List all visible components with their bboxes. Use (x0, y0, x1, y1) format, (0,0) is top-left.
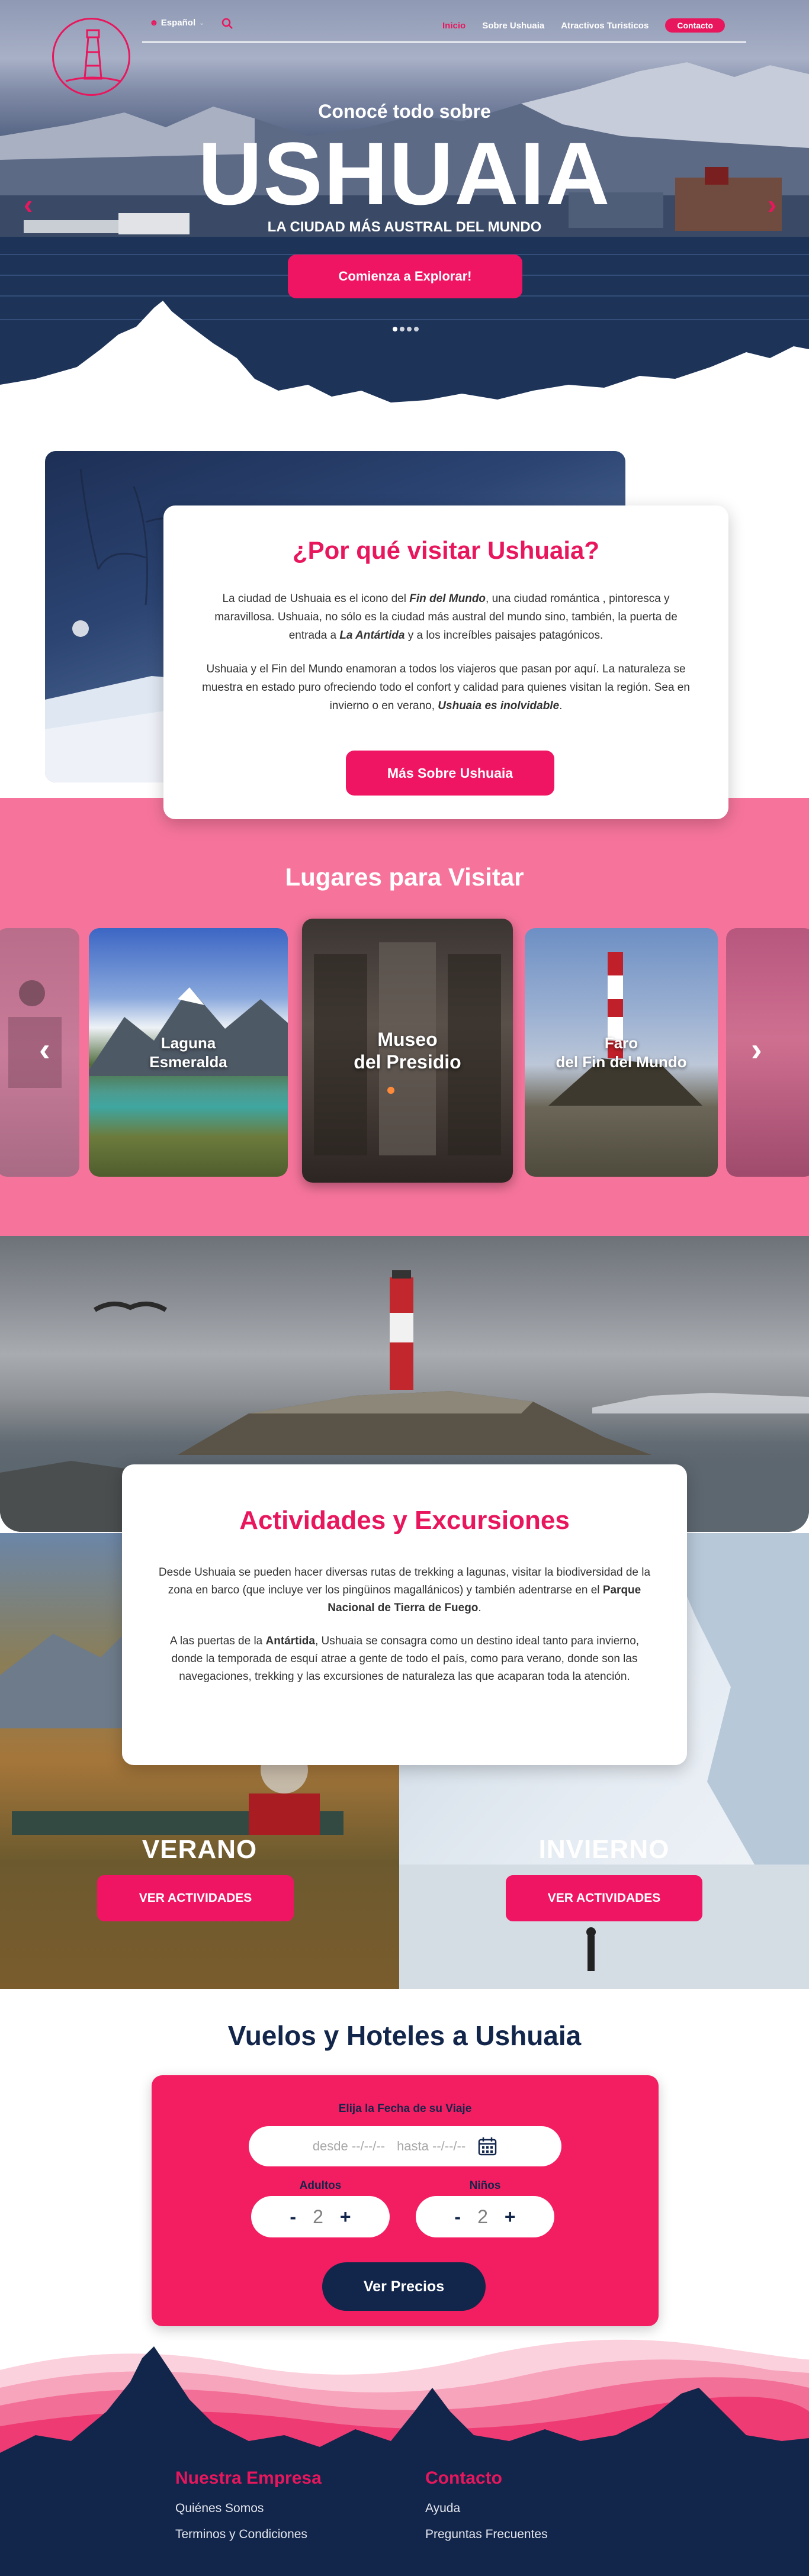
children-value: 2 (477, 2205, 488, 2227)
activities-paragraph-1: Desde Ushuaia se pueden hacer diversas r… (158, 1566, 651, 1614)
adults-stepper: - 2 + (251, 2196, 390, 2237)
language-label: Español (160, 18, 196, 28)
date-from-input[interactable]: desde --/--/-- (313, 2139, 385, 2154)
chevron-right-icon[interactable]: › (751, 1030, 762, 1068)
chevron-left-icon[interactable]: ‹ (39, 1030, 50, 1068)
hero-tagline: LA CIUDAD MÁS AUSTRAL DEL MUNDO (267, 219, 542, 235)
user-icon: ☻ (149, 18, 159, 28)
place-label-line2: del Presidio (354, 1051, 461, 1073)
children-stepper: - 2 + (416, 2196, 554, 2237)
calendar-icon[interactable] (477, 2136, 497, 2156)
children-minus-button[interactable]: - (454, 2206, 461, 2228)
activities-card: Actividades y Excursiones Desde Ushuaia … (122, 1464, 687, 1765)
footer-link-terminos[interactable]: Terminos y Condiciones (175, 2527, 322, 2542)
place-card-faro-fin-del-mundo[interactable]: Faro del Fin del Mundo (525, 928, 718, 1177)
view-prices-button[interactable]: Ver Precios (322, 2262, 486, 2311)
activities-paragraph-2: A las puertas de la Antártida, Ushuaia s… (169, 1635, 640, 1683)
place-label-line1: Faro (604, 1034, 638, 1052)
snowy-mountain-divider (0, 301, 809, 420)
winter-title: INVIERNO (538, 1835, 670, 1864)
nav-link-atractivos[interactable]: Atractivos Turisticos (561, 21, 649, 31)
hero-title: USHUAIA (198, 124, 611, 223)
footer-company-title: Nuestra Empresa (175, 2468, 322, 2488)
date-to-input[interactable]: hasta --/--/-- (397, 2139, 466, 2154)
flights-title: Vuelos y Hoteles a Ushuaia (227, 2020, 582, 2051)
place-label-line2: del Fin del Mundo (556, 1053, 687, 1071)
why-visit-paragraph-1: La ciudad de Ushuaia es el icono del Fin… (214, 593, 678, 642)
place-card-sunset[interactable] (726, 928, 809, 1177)
why-visit-paragraph-2: Ushuaia y el Fin del Mundo enamoran a to… (202, 663, 690, 712)
adults-plus-button[interactable]: + (340, 2206, 351, 2228)
children-plus-button[interactable]: + (505, 2206, 516, 2228)
summer-title: VERANO (142, 1835, 258, 1864)
footer-link-faq[interactable]: Preguntas Frecuentes (425, 2527, 548, 2542)
footer-company-column: Nuestra Empresa Quiénes Somos Terminos y… (175, 2468, 322, 2554)
place-label-line1: Laguna (160, 1034, 216, 1052)
adults-minus-button[interactable]: - (290, 2206, 296, 2228)
explore-button[interactable]: Comienza a Explorar! (288, 255, 522, 298)
more-about-ushuaia-button[interactable]: Más Sobre Ushuaia (346, 751, 554, 796)
search-icon[interactable] (221, 18, 233, 33)
language-selector[interactable]: ☻ Español ⌄ (149, 18, 204, 28)
why-visit-title: ¿Por qué visitar Ushuaia? (292, 536, 600, 564)
place-label-line2: Esmeralda (149, 1053, 227, 1071)
nav-link-sobre-ushuaia[interactable]: Sobre Ushuaia (482, 21, 544, 31)
footer-mountain-background (0, 2339, 809, 2576)
activities-title: Actividades y Excursiones (239, 1506, 570, 1535)
top-navigation: ☻ Español ⌄ Inicio Sobre Ushuaia Atracti… (142, 15, 746, 43)
site-logo[interactable] (52, 18, 130, 96)
hero-section: ☻ Español ⌄ Inicio Sobre Ushuaia Atracti… (0, 0, 809, 420)
date-label: Elija la Fecha de su Viaje (338, 2102, 472, 2115)
adults-value: 2 (313, 2205, 323, 2227)
places-title: Lugares para Visitar (285, 863, 524, 891)
hero-subtitle: Conocé todo sobre (318, 101, 491, 122)
chevron-right-icon[interactable]: › (768, 188, 776, 220)
place-card-museo-presidio[interactable]: Museo del Presidio (302, 919, 513, 1183)
place-card-laguna-esmeralda[interactable]: Laguna Esmeralda (89, 928, 288, 1177)
footer-link-ayuda[interactable]: Ayuda (425, 2501, 548, 2516)
lighthouse-icon (65, 29, 121, 82)
footer-link-quienes-somos[interactable]: Quiénes Somos (175, 2501, 322, 2516)
contact-button[interactable]: Contacto (665, 18, 725, 33)
place-label-line1: Museo (377, 1029, 438, 1050)
chevron-down-icon: ⌄ (199, 20, 205, 27)
why-visit-card: ¿Por qué visitar Ushuaia? La ciudad de U… (163, 505, 728, 819)
footer-contact-column: Contacto Ayuda Preguntas Frecuentes (425, 2468, 548, 2554)
date-range-field[interactable]: desde --/--/-- hasta --/--/-- (249, 2126, 561, 2166)
summer-activities-button[interactable]: VER ACTIVIDADES (97, 1875, 294, 1921)
adults-label: Adultos (299, 2179, 342, 2192)
chevron-left-icon[interactable]: ‹ (24, 188, 33, 220)
footer-contact-title: Contacto (425, 2468, 502, 2488)
children-label: Niños (469, 2179, 501, 2192)
nav-link-inicio[interactable]: Inicio (442, 21, 466, 31)
winter-activities-button[interactable]: VER ACTIVIDADES (506, 1875, 702, 1921)
footer: Nuestra Empresa Quiénes Somos Terminos y… (0, 2323, 809, 2576)
flights-search-card: Elija la Fecha de su Viaje desde --/--/-… (152, 2075, 659, 2326)
